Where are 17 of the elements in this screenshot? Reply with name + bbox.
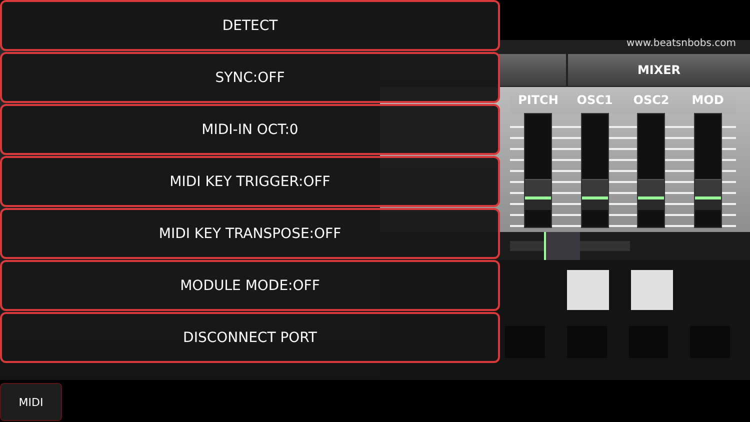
menu-item[interactable]: MODULE MODE:OFF [0,260,500,311]
website-url: www.beatsnbobs.com [626,38,736,49]
menu-item[interactable]: MIDI KEY TRANSPOSE:OFF [0,208,500,259]
menu-item[interactable]: MIDI-IN OCT:0 [0,104,500,155]
menu-item[interactable]: SYNC:OFF [0,52,500,103]
pad[interactable] [631,270,673,310]
midi-button[interactable]: MIDI [0,383,62,421]
fader-handle[interactable] [525,179,552,210]
menu-item[interactable]: MIDI KEY TRIGGER:OFF [0,156,500,207]
fader-handle[interactable] [694,179,721,210]
section-title: MIXER [636,62,682,79]
tempo-handle[interactable] [544,232,580,260]
pad[interactable] [567,270,609,310]
menu-item[interactable]: DISCONNECT PORT [0,312,500,363]
menu-item[interactable]: DETECT [0,0,500,51]
fader-handle[interactable] [638,179,664,210]
fader-handle[interactable] [582,179,608,210]
